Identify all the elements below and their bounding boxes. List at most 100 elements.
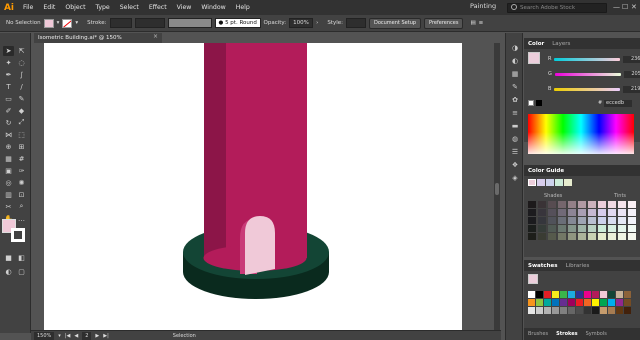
menu-view[interactable]: View [172,0,197,15]
scroll-thumb[interactable] [495,183,499,195]
mesh-tool-icon[interactable]: # [16,154,27,164]
transparency-panel-icon[interactable]: ◍ [506,132,524,145]
white-swatch[interactable] [528,100,534,106]
opacity-field[interactable]: 100% [289,18,314,28]
close-tab-icon[interactable]: × [153,33,158,40]
door[interactable] [245,216,275,275]
tower-shading[interactable] [204,43,226,258]
menu-window[interactable]: Window [196,0,230,15]
harmony-row[interactable] [528,179,572,186]
brushes-panel-icon[interactable]: ✎ [506,80,524,93]
rotate-tool-icon[interactable]: ↻ [3,118,14,128]
preferences-button[interactable]: Preferences [424,17,464,29]
search-input[interactable]: Search Adobe Stock [507,3,607,13]
gradient-panel-icon[interactable]: ▬ [506,119,524,132]
r-slider[interactable] [554,57,621,61]
document-tab[interactable]: Isometric Building.ai* @ 150% (RGB/Previ… [34,33,162,51]
swatch-grid[interactable] [528,291,631,314]
style-dropdown[interactable] [345,18,366,28]
selection-tool-icon[interactable]: ➤ [3,45,14,56]
close-button[interactable]: ✕ [631,3,637,11]
menu-edit[interactable]: Edit [38,0,60,15]
prev-artboard-icon[interactable]: ◀ [74,333,78,339]
menu-help[interactable]: Help [231,0,255,15]
menu-file[interactable]: File [18,0,38,15]
curvature-tool-icon[interactable]: ∫ [16,70,27,80]
tab-swatches[interactable]: Swatches [528,263,558,269]
brush-dropdown[interactable]: ● 5 pt. Round [214,18,261,28]
stroke-label[interactable]: Stroke: [87,20,106,26]
magic-wand-tool-icon[interactable]: ✦ [3,58,14,68]
menu-type[interactable]: Type [91,0,115,15]
draw-mode-icon[interactable]: ◐ [3,267,14,277]
paintbrush-tool-icon[interactable]: ✎ [16,94,27,104]
next-artboard-icon[interactable]: ▶ [95,333,99,339]
scale-tool-icon[interactable]: ⤢ [16,118,27,128]
first-artboard-icon[interactable]: |◀ [65,333,71,339]
symbol-sprayer-tool-icon[interactable]: ✺ [16,178,27,188]
workspace-switcher[interactable]: Painting [470,2,496,10]
current-fill-swatch[interactable] [528,52,540,64]
zoom-tool-icon[interactable]: ⌕ [16,202,27,212]
r-value-field[interactable]: 236 [623,55,640,63]
zoom-field[interactable]: 150% [34,331,55,340]
brush-definition-preview[interactable] [167,18,212,28]
live-paint-tool-icon[interactable]: ⊞ [16,142,27,152]
perspective-grid-tool-icon[interactable]: ▦ [3,154,14,164]
current-tool-status[interactable]: Selection [173,333,196,339]
lasso-tool-icon[interactable]: ◌ [16,58,27,68]
free-transform-tool-icon[interactable]: ⬚ [16,130,27,140]
hex-field[interactable]: eccedb [604,100,632,107]
tab-symbols[interactable]: Symbols [586,331,607,337]
shaper-tool-icon[interactable]: ✐ [3,106,14,116]
tab-libraries[interactable]: Libraries [566,263,590,269]
arrange-icon[interactable]: ▤ [470,20,475,26]
artboard[interactable] [44,43,462,330]
color-guide-icon[interactable]: ◐ [506,54,524,67]
tab-color[interactable]: Color [528,41,544,47]
color-guide-grid[interactable] [528,201,637,240]
type-tool-icon[interactable]: T [3,82,14,92]
stroke-panel-icon[interactable]: ≡ [506,106,524,119]
canvas-area[interactable] [31,43,501,330]
fill-swatch[interactable] [43,18,54,28]
color-guide-title[interactable]: Color Guide [528,168,564,174]
chevron-right-icon[interactable]: › [316,20,318,26]
menu-effect[interactable]: Effect [144,0,172,15]
swatch-fill-indicator[interactable] [528,274,538,284]
direct-selection-tool-icon[interactable]: ⇱ [16,46,27,56]
more-tools-icon[interactable]: … [16,214,27,224]
line-tool-icon[interactable]: / [16,82,27,92]
rectangle-tool-icon[interactable]: ▭ [3,94,14,104]
tab-layers[interactable]: Layers [552,41,570,47]
width-tool-icon[interactable]: ⋈ [3,130,14,140]
stroke-color-box[interactable] [11,228,25,242]
black-swatch[interactable] [536,100,542,106]
b-value-field[interactable]: 219 [623,85,640,93]
minimize-button[interactable]: — [613,3,620,11]
g-value-field[interactable]: 205 [623,70,640,78]
appearance-panel-icon[interactable]: ☰ [506,145,524,158]
opacity-label[interactable]: Opacity: [264,20,287,26]
color-mode-icon[interactable]: ■ [3,253,14,263]
menu-select[interactable]: Select [115,0,144,15]
g-slider[interactable] [554,72,621,76]
graphic-styles-icon[interactable]: ❖ [506,158,524,171]
color-panel-icon[interactable]: ◑ [506,41,524,54]
graph-tool-icon[interactable]: ▥ [3,190,14,200]
last-artboard-icon[interactable]: ▶| [103,333,109,339]
blend-tool-icon[interactable]: ◎ [3,178,14,188]
eraser-tool-icon[interactable]: ◆ [16,106,27,116]
vertical-scrollbar[interactable] [494,43,500,330]
symbols-panel-icon[interactable]: ✿ [506,93,524,106]
gradient-tool-icon[interactable]: ▣ [3,166,14,176]
artboard-tool-icon[interactable]: ⊡ [16,190,27,200]
gradient-mode-icon[interactable]: ◧ [16,253,27,263]
layers-panel-icon[interactable]: ◈ [506,171,524,184]
document-setup-button[interactable]: Document Setup [368,17,422,29]
screen-mode-icon[interactable]: ▢ [16,267,27,277]
menu-icon[interactable]: ≡ [479,20,484,26]
eyedropper-tool-icon[interactable]: ✑ [16,166,27,176]
stroke-swatch[interactable] [62,18,73,28]
tab-strokes[interactable]: Strokes [556,331,577,337]
